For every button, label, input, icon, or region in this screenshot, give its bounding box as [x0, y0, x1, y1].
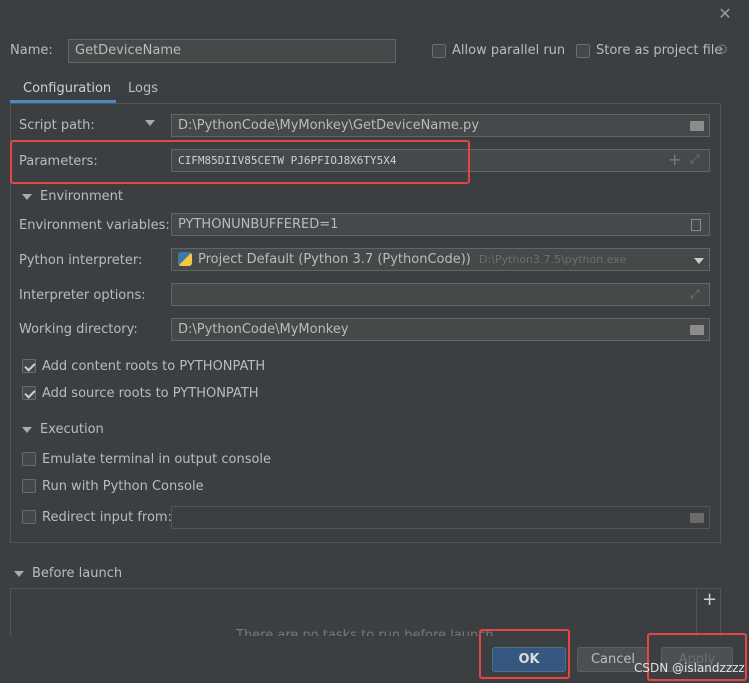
folder-icon[interactable] [690, 513, 704, 523]
interp-options-label: Interpreter options: [19, 288, 146, 303]
env-vars-label: Environment variables: [19, 218, 170, 233]
edit-list-icon[interactable] [691, 219, 701, 231]
close-icon[interactable]: ✕ [716, 5, 734, 23]
script-type-dropdown-icon[interactable] [145, 120, 155, 126]
watermark: CSDN @islandzzzz [634, 661, 745, 675]
name-label: Name: [10, 43, 53, 58]
emulate-terminal-label: Emulate terminal in output console [42, 452, 272, 467]
python-icon [178, 252, 192, 266]
source-roots-checkbox[interactable] [22, 386, 36, 400]
redirect-input-label: Redirect input from: [42, 510, 172, 525]
folder-icon[interactable] [690, 121, 704, 131]
redirect-input-field [171, 506, 710, 529]
chevron-down-icon[interactable] [694, 258, 704, 264]
ok-highlight-box [479, 629, 570, 679]
add-task-icon[interactable]: + [702, 590, 717, 610]
env-vars-field[interactable]: PYTHONUNBUFFERED=1 [171, 213, 710, 236]
python-console-checkbox[interactable] [22, 479, 36, 493]
interpreter-path: D:\Python3.7.5\python.exe [479, 253, 627, 266]
environment-section[interactable]: Environment [22, 189, 123, 204]
content-roots-checkbox[interactable] [22, 359, 36, 373]
before-launch-section[interactable]: Before launch [14, 566, 122, 581]
execution-section[interactable]: Execution [22, 422, 104, 437]
collapse-triangle-icon [22, 193, 32, 200]
source-roots-label: Add source roots to PYTHONPATH [42, 386, 259, 401]
environment-header: Environment [40, 189, 124, 204]
tab-logs[interactable]: Logs [128, 81, 158, 96]
name-input[interactable]: GetDeviceName [68, 39, 396, 63]
before-launch-header: Before launch [32, 566, 123, 581]
plus-icon[interactable]: + [668, 152, 681, 168]
before-launch-empty-text: There are no tasks to run before launch [236, 628, 494, 636]
interp-options-field[interactable] [171, 283, 710, 306]
redirect-input-checkbox[interactable] [22, 510, 36, 524]
interpreter-value: Project Default (Python 3.7 (PythonCode)… [198, 252, 471, 267]
collapse-triangle-icon [22, 426, 32, 433]
interpreter-select[interactable]: Project Default (Python 3.7 (PythonCode)… [171, 248, 710, 271]
allow-parallel-label: Allow parallel run [452, 43, 566, 58]
panel-divider [696, 588, 697, 638]
allow-parallel-checkbox[interactable] [432, 44, 446, 58]
tab-configuration[interactable]: Configuration [23, 81, 111, 96]
expand-icon[interactable]: ⤢ [690, 288, 700, 300]
store-project-checkbox[interactable] [576, 44, 590, 58]
working-dir-field[interactable]: D:\PythonCode\MyMonkey [171, 318, 710, 341]
expand-icon[interactable]: ⤢ [690, 153, 700, 165]
folder-icon[interactable] [690, 325, 704, 335]
gear-icon[interactable]: ⚙ [716, 43, 730, 57]
collapse-triangle-icon [14, 570, 24, 577]
script-path-field[interactable]: D:\PythonCode\MyMonkey\GetDeviceName.py [171, 114, 710, 137]
emulate-terminal-checkbox[interactable] [22, 452, 36, 466]
execution-header: Execution [40, 422, 104, 437]
script-path-label: Script path: [19, 118, 95, 133]
working-dir-label: Working directory: [19, 322, 138, 337]
python-console-label: Run with Python Console [42, 479, 204, 494]
store-project-label: Store as project file [596, 43, 723, 58]
parameters-highlight-box [10, 140, 470, 184]
content-roots-label: Add content roots to PYTHONPATH [42, 359, 266, 374]
interpreter-label: Python interpreter: [19, 253, 143, 268]
